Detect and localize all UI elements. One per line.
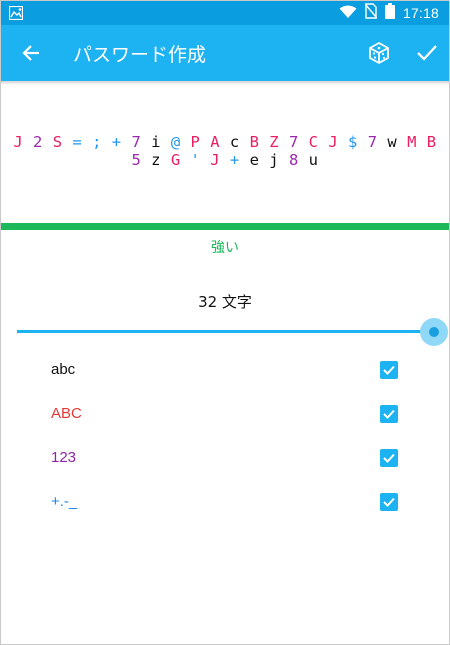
- option-label: abc: [51, 361, 76, 378]
- password-char: 7: [288, 133, 299, 151]
- password-char: ;: [92, 133, 102, 151]
- password-char: +: [111, 133, 122, 151]
- slider-track: [17, 330, 433, 333]
- check-icon: [383, 365, 395, 375]
- uppercase-checkbox[interactable]: [380, 405, 398, 423]
- password-char: $: [348, 133, 358, 151]
- password-char: +: [229, 151, 240, 169]
- password-char: M: [407, 133, 417, 151]
- password-char: i: [151, 133, 162, 151]
- strength-bar: [1, 223, 449, 230]
- password-char: B: [249, 133, 260, 151]
- check-icon: [417, 45, 437, 61]
- password-char: 2: [33, 133, 43, 151]
- password-char: S: [52, 133, 63, 151]
- status-bar: 17:18: [1, 1, 449, 25]
- length-slider[interactable]: [17, 318, 448, 346]
- wifi-icon: [339, 4, 357, 23]
- digits-checkbox[interactable]: [380, 449, 398, 467]
- option-label: +.-_: [51, 493, 78, 510]
- option-uppercase[interactable]: ABC: [1, 394, 449, 436]
- password-char: Z: [269, 133, 280, 151]
- password-char: G: [170, 151, 181, 169]
- arrow-left-icon: [22, 45, 39, 61]
- password-display: J 2 S = ; + 7 i @ P A c B Z 7 C J $ 7 w …: [11, 133, 439, 169]
- password-char: 7: [367, 133, 378, 151]
- option-symbols[interactable]: +.-_: [1, 482, 449, 524]
- page-title: パスワード作成: [73, 44, 207, 66]
- password-char: J: [210, 151, 221, 169]
- generate-button[interactable]: [359, 33, 399, 73]
- password-char: P: [190, 133, 201, 151]
- length-label: 32 文字: [198, 293, 252, 311]
- password-char: 5: [131, 151, 142, 169]
- password-char: =: [72, 133, 83, 151]
- option-digits[interactable]: 123: [1, 438, 449, 480]
- dice-icon: [369, 42, 389, 64]
- password-char: c: [229, 133, 240, 151]
- status-icons: 17:18: [339, 1, 439, 25]
- gallery-notification-icon: [8, 5, 24, 21]
- password-char: 7: [131, 133, 142, 151]
- option-label: 123: [51, 449, 77, 466]
- slider-thumb[interactable]: [429, 327, 439, 337]
- password-char: z: [151, 151, 162, 169]
- option-lowercase[interactable]: abc: [1, 350, 449, 392]
- check-icon: [383, 497, 395, 507]
- password-char: @: [170, 133, 181, 151]
- password-char: e: [249, 151, 260, 169]
- no-sim-icon: [364, 3, 378, 23]
- password-char: j: [269, 151, 280, 169]
- option-label: ABC: [51, 405, 82, 422]
- back-button[interactable]: [11, 33, 51, 73]
- check-icon: [383, 409, 395, 419]
- strength-label: 強い: [211, 240, 239, 256]
- lowercase-checkbox[interactable]: [380, 361, 398, 379]
- battery-icon: [384, 3, 395, 23]
- screen: 17:18 パスワード作成 J 2 S = ; + 7 i @ P A c B …: [0, 0, 450, 645]
- password-char: u: [308, 151, 319, 169]
- confirm-button[interactable]: [407, 33, 447, 73]
- app-bar: パスワード作成: [1, 25, 449, 81]
- password-char: w: [387, 133, 398, 151]
- password-char: C: [308, 133, 319, 151]
- status-time: 17:18: [402, 5, 439, 21]
- symbols-checkbox[interactable]: [380, 493, 398, 511]
- password-char: J: [13, 133, 24, 151]
- password-char: ': [190, 151, 201, 169]
- check-icon: [383, 453, 395, 463]
- password-char: J: [328, 133, 339, 151]
- password-char: A: [210, 133, 221, 151]
- password-char: 8: [288, 151, 299, 169]
- app-bar-shadow: [1, 81, 449, 85]
- password-char: B: [426, 133, 437, 151]
